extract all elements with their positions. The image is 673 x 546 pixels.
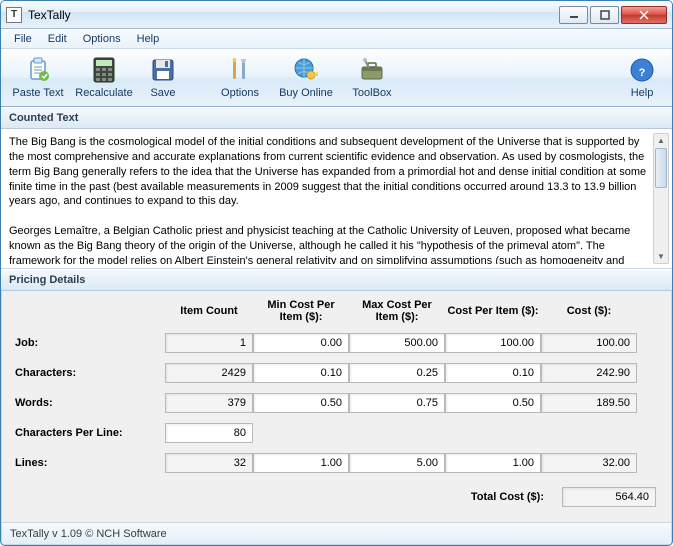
toolbar-label: Buy Online xyxy=(279,87,333,99)
chars-min-input[interactable]: 0.10 xyxy=(253,363,349,383)
toolbar-label: Save xyxy=(150,87,175,99)
paste-text-button[interactable]: Paste Text xyxy=(5,52,71,104)
scroll-thumb[interactable] xyxy=(655,148,667,188)
app-window: T TexTally File Edit Options Help Paste … xyxy=(0,0,673,546)
col-item-count: Item Count xyxy=(165,305,253,317)
col-cost-per: Cost Per Item ($): xyxy=(445,305,541,317)
recalculate-button[interactable]: Recalculate xyxy=(71,52,137,104)
minimize-button[interactable] xyxy=(559,6,588,24)
lines-cost: 32.00 xyxy=(541,453,637,473)
lines-min-input[interactable]: 1.00 xyxy=(253,453,349,473)
window-controls xyxy=(557,6,667,24)
buy-online-button[interactable]: Buy Online xyxy=(273,52,339,104)
total-cost: 564.40 xyxy=(562,487,656,507)
row-words: Words: xyxy=(15,397,165,409)
toolbar-label: Options xyxy=(221,87,259,99)
window-title: TexTally xyxy=(28,8,71,22)
app-icon: T xyxy=(6,7,22,23)
counted-text-header: Counted Text xyxy=(1,107,672,129)
col-min-cost: Min Cost Per Item ($): xyxy=(253,299,349,323)
scroll-down-icon[interactable]: ▼ xyxy=(655,250,667,263)
toolbar-label: Recalculate xyxy=(75,87,132,99)
cpl-input[interactable]: 80 xyxy=(165,423,253,443)
toolbar-label: Help xyxy=(631,87,654,99)
job-cost: 100.00 xyxy=(541,333,637,353)
scroll-up-icon[interactable]: ▲ xyxy=(655,134,667,147)
chars-per-input[interactable]: 0.10 xyxy=(445,363,541,383)
row-cpl: Characters Per Line: xyxy=(15,427,165,439)
chars-count: 2429 xyxy=(165,363,253,383)
toolbar-label: ToolBox xyxy=(352,87,391,99)
row-job: Job: xyxy=(15,337,165,349)
pricing-grid: Item Count Min Cost Per Item ($): Max Co… xyxy=(15,299,658,473)
words-max-input[interactable]: 0.75 xyxy=(349,393,445,413)
save-button[interactable]: Save xyxy=(137,52,189,104)
help-button[interactable]: ? Help xyxy=(616,52,668,104)
pricing-panel: Item Count Min Cost Per Item ($): Max Co… xyxy=(1,291,672,511)
words-per-input[interactable]: 0.50 xyxy=(445,393,541,413)
toolbar: Paste Text Recalculate Save Options Buy … xyxy=(1,49,672,107)
svg-text:?: ? xyxy=(639,67,646,79)
words-min-input[interactable]: 0.50 xyxy=(253,393,349,413)
options-button[interactable]: Options xyxy=(207,52,273,104)
maximize-button[interactable] xyxy=(590,6,619,24)
tools-icon xyxy=(226,56,254,84)
chars-cost: 242.90 xyxy=(541,363,637,383)
col-max-cost: Max Cost Per Item ($): xyxy=(349,299,445,323)
clipboard-icon xyxy=(24,56,52,84)
menu-edit[interactable]: Edit xyxy=(41,31,74,47)
menu-file[interactable]: File xyxy=(7,31,39,47)
job-max-input[interactable]: 500.00 xyxy=(349,333,445,353)
lines-count: 32 xyxy=(165,453,253,473)
toolbar-label: Paste Text xyxy=(12,87,63,99)
job-count: 1 xyxy=(165,333,253,353)
title-bar[interactable]: T TexTally xyxy=(1,1,672,29)
text-area-container: The Big Bang is the cosmological model o… xyxy=(1,129,672,269)
row-lines: Lines: xyxy=(15,457,165,469)
menu-bar: File Edit Options Help xyxy=(1,29,672,49)
job-per-input[interactable]: 100.00 xyxy=(445,333,541,353)
menu-help[interactable]: Help xyxy=(130,31,167,47)
help-icon: ? xyxy=(628,56,656,84)
chars-max-input[interactable]: 0.25 xyxy=(349,363,445,383)
toolbox-icon xyxy=(358,56,386,84)
job-min-input[interactable]: 0.00 xyxy=(253,333,349,353)
words-cost: 189.50 xyxy=(541,393,637,413)
words-count: 379 xyxy=(165,393,253,413)
menu-options[interactable]: Options xyxy=(76,31,128,47)
floppy-icon xyxy=(149,56,177,84)
lines-per-input[interactable]: 1.00 xyxy=(445,453,541,473)
total-row: Total Cost ($): 564.40 xyxy=(15,487,658,507)
vertical-scrollbar[interactable]: ▲ ▼ xyxy=(653,133,669,264)
status-text: TexTally v 1.09 © NCH Software xyxy=(10,528,167,540)
lines-max-input[interactable]: 5.00 xyxy=(349,453,445,473)
counted-text-area[interactable]: The Big Bang is the cosmological model o… xyxy=(5,133,652,264)
toolbox-button[interactable]: ToolBox xyxy=(339,52,405,104)
status-bar: TexTally v 1.09 © NCH Software xyxy=(2,522,671,544)
col-cost: Cost ($): xyxy=(541,305,637,317)
close-button[interactable] xyxy=(621,6,667,24)
globe-key-icon xyxy=(292,56,320,84)
calculator-icon xyxy=(90,56,118,84)
row-characters: Characters: xyxy=(15,367,165,379)
pricing-details-header: Pricing Details xyxy=(1,269,672,291)
total-label: Total Cost ($): xyxy=(471,491,544,503)
